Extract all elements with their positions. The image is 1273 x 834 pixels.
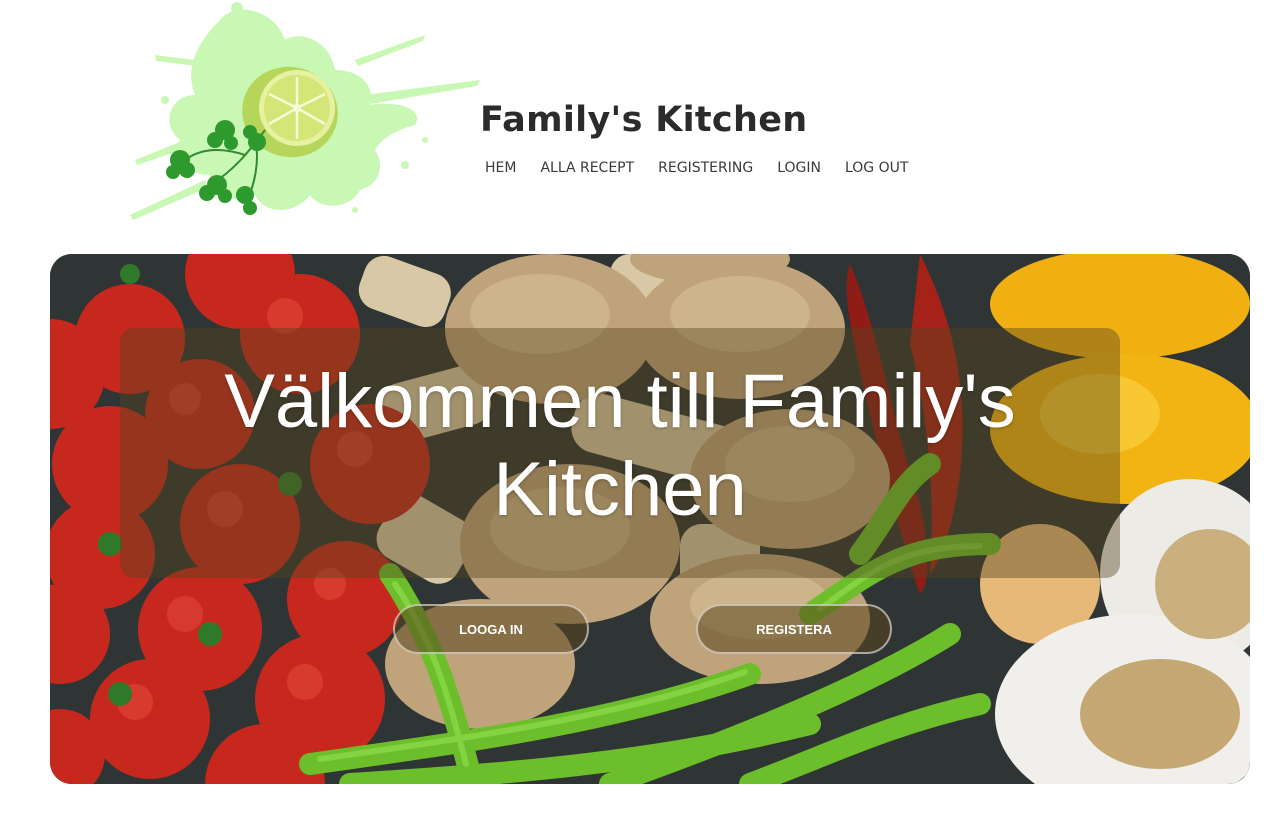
hero-banner: Välkommen till Family's Kitchen LOOGA IN… bbox=[50, 254, 1250, 784]
page: Family's Kitchen HEM ALLA RECEPT REGISTE… bbox=[0, 0, 1273, 834]
nav-item-log-out[interactable]: LOG OUT bbox=[845, 160, 908, 176]
nav-item-alla-recept[interactable]: ALLA RECEPT bbox=[540, 160, 634, 176]
main-nav: HEM ALLA RECEPT REGISTERING LOGIN LOG OU… bbox=[485, 160, 908, 176]
nav-item-hem[interactable]: HEM bbox=[485, 160, 516, 176]
site-title: Family's Kitchen bbox=[480, 100, 808, 140]
nav-item-registering[interactable]: REGISTERING bbox=[658, 160, 753, 176]
hero-title: Välkommen till Family's Kitchen bbox=[224, 359, 1016, 532]
lime-splash-logo-icon[interactable] bbox=[125, 0, 485, 250]
register-button[interactable]: REGISTERA bbox=[696, 604, 892, 654]
login-button[interactable]: LOOGA IN bbox=[393, 604, 589, 654]
nav-item-login[interactable]: LOGIN bbox=[777, 160, 821, 176]
